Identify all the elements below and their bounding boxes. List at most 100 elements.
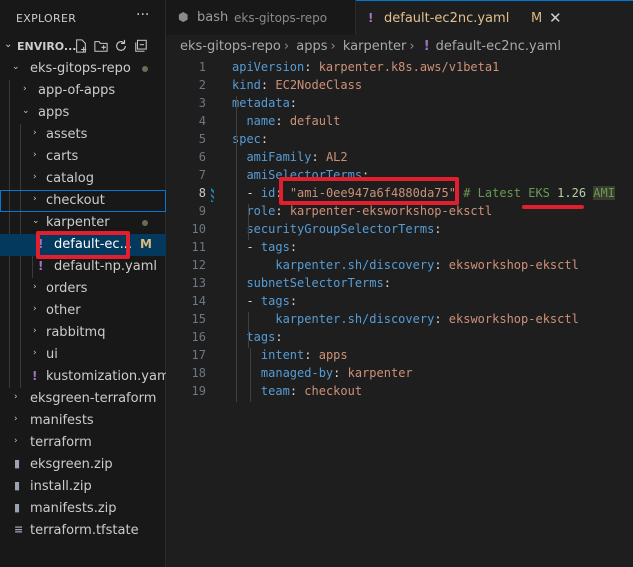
chevron-right-icon: › [33, 348, 37, 358]
tree-folder-catalog[interactable]: › catalog [0, 168, 166, 190]
refresh-icon[interactable] [113, 38, 129, 54]
chevron-right-icon: › [283, 39, 290, 54]
tree-folder-checkout[interactable]: › checkout [0, 190, 166, 212]
tree-folder-assets[interactable]: › assets [0, 124, 166, 146]
chevron-right-icon: › [330, 39, 336, 54]
breadcrumb-item[interactable]: default-ec2nc.yaml [436, 39, 561, 54]
tree-item-label: manifests [30, 413, 94, 428]
editor-tab-bar: ⬢ bash eks-gitops-repo ! default-ec2nc.y… [166, 0, 633, 35]
code-line[interactable]: karpenter.sh/discovery: eksworkshop-eksc… [232, 312, 578, 326]
chevron-right-icon: › [33, 282, 37, 292]
code-line[interactable]: subnetSelectorTerms: [232, 276, 391, 290]
code-line[interactable]: apiVersion: karpenter.k8s.aws/v1beta1 [232, 60, 499, 74]
line-number: 10 [191, 222, 206, 236]
tree-file-eksgreen-zip[interactable]: ▮ eksgreen.zip [0, 454, 166, 476]
tree-file-default-np[interactable]: ! default-np.yaml [0, 256, 166, 278]
tree-item-label: eksgreen.zip [30, 457, 113, 472]
chevron-right-icon: › [409, 39, 415, 54]
tree-file-install-zip[interactable]: ▮ install.zip [0, 476, 166, 498]
terminal-shell-icon: ⬢ [178, 10, 189, 24]
tree-item-label: terraform.tfstate [30, 523, 139, 538]
line-number: 12 [191, 258, 206, 272]
tree-folder-other[interactable]: › other [0, 300, 166, 322]
modified-dot-icon [142, 220, 148, 226]
tree-item-label: carts [46, 149, 79, 164]
new-folder-icon[interactable] [93, 38, 109, 54]
tree-item-label: rabbitmq [46, 325, 106, 340]
chevron-right-icon: › [33, 194, 37, 204]
tree-item-label: assets [46, 127, 88, 142]
explorer-title: EXPLORER [16, 12, 77, 25]
close-icon[interactable]: ✕ [549, 9, 562, 27]
code-line[interactable]: securityGroupSelectorTerms: [232, 222, 441, 236]
code-line[interactable]: - tags: [232, 240, 297, 254]
tree-folder-rabbitmq[interactable]: › rabbitmq [0, 322, 166, 344]
yaml-file-icon: ! [38, 259, 44, 273]
tree-folder-apps[interactable]: ⌄ apps [0, 102, 166, 124]
code-line[interactable]: metadata: [232, 96, 297, 110]
tree-item-label: eksgreen-terraform [30, 391, 157, 406]
line-number: 5 [198, 132, 206, 146]
chevron-right-icon: › [33, 150, 37, 160]
chevron-right-icon: › [33, 172, 37, 182]
code-line[interactable]: - tags: [232, 294, 297, 308]
tab-default-ec2nc[interactable]: ! default-ec2nc.yaml M ✕ [356, 0, 633, 35]
yaml-file-icon: ! [368, 11, 374, 25]
tab-label: bash [197, 10, 229, 25]
indent-guide [248, 312, 249, 348]
line-number: 4 [198, 114, 206, 128]
line-number: 7 [198, 168, 206, 182]
annotation-underline-version [522, 205, 584, 209]
tab-bash[interactable]: ⬢ bash eks-gitops-repo [166, 0, 356, 35]
breadcrumb-item[interactable]: karpenter [343, 39, 407, 54]
breadcrumb: eks-gitops-repo › apps › karpenter › ! defau… [180, 39, 564, 57]
collapse-all-icon[interactable] [133, 38, 149, 54]
chevron-down-icon: ⌄ [12, 62, 20, 72]
tree-folder-eksgreen-terraform[interactable]: › eksgreen-terraform [0, 388, 166, 410]
tree-item-label: ui [46, 347, 58, 362]
chevron-right-icon: › [33, 128, 37, 138]
line-number: 2 [198, 78, 206, 92]
chevron-down-icon: ⌄ [4, 39, 13, 50]
tree-folder-orders[interactable]: › orders [0, 278, 166, 300]
tree-file-kustomization[interactable]: ! kustomization.yaml [0, 366, 173, 388]
chevron-right-icon: › [14, 436, 18, 446]
tree-item-label: catalog [46, 171, 94, 186]
tab-modified-badge: M [531, 11, 543, 26]
code-line[interactable]: kind: EC2NodeClass [232, 78, 362, 92]
tree-folder-terraform[interactable]: › terraform [0, 432, 166, 454]
code-line[interactable]: amiFamily: AL2 [232, 150, 347, 164]
modified-line-gutter-marker [211, 188, 214, 202]
code-line[interactable]: role: karpenter-eksworkshop-eksctl [232, 204, 492, 218]
indent-guide [250, 348, 251, 402]
new-file-icon[interactable] [73, 38, 89, 54]
breadcrumb-item[interactable]: apps [296, 39, 327, 54]
tree-file-manifests-zip[interactable]: ▮ manifests.zip [0, 498, 166, 520]
tree-folder-ui[interactable]: › ui [0, 344, 166, 366]
code-line[interactable]: team: checkout [232, 384, 362, 398]
tree-folder-manifests[interactable]: › manifests [0, 410, 166, 432]
code-line[interactable]: tags: [232, 330, 282, 344]
tree-item-label: kustomization.yaml [46, 369, 174, 384]
tree-item-label: apps [38, 105, 70, 120]
code-line[interactable]: spec: [232, 132, 268, 146]
tree-item-label: terraform [30, 435, 92, 450]
chevron-right-icon: › [33, 304, 37, 314]
annotation-box-ami-id [279, 177, 459, 205]
tree-file-terraform-tfstate[interactable]: ≡ terraform.tfstate [0, 520, 166, 542]
line-number: 3 [198, 96, 206, 110]
line-number: 14 [191, 294, 206, 308]
more-actions-icon[interactable]: ··· [136, 7, 149, 23]
tree-folder-carts[interactable]: › carts [0, 146, 166, 168]
breadcrumb-item[interactable]: eks-gitops-repo [180, 39, 281, 54]
code-line[interactable]: karpenter.sh/discovery: eksworkshop-eksc… [232, 258, 578, 272]
tree-item-label: default-np.yaml [54, 259, 157, 274]
tree-folder-eks-gitops-repo[interactable]: ⌄ eks-gitops-repo [0, 58, 166, 80]
code-line[interactable]: managed-by: karpenter [232, 366, 413, 380]
code-line[interactable]: name: default [232, 114, 340, 128]
tree-item-label: app-of-apps [38, 83, 116, 98]
tree-folder-app-of-apps[interactable]: › app-of-apps [0, 80, 166, 102]
indent-guide [248, 204, 249, 240]
line-number: 16 [191, 330, 206, 344]
code-editor[interactable]: 1 apiVersion: karpenter.k8s.aws/v1beta1 2 k… [166, 58, 633, 567]
